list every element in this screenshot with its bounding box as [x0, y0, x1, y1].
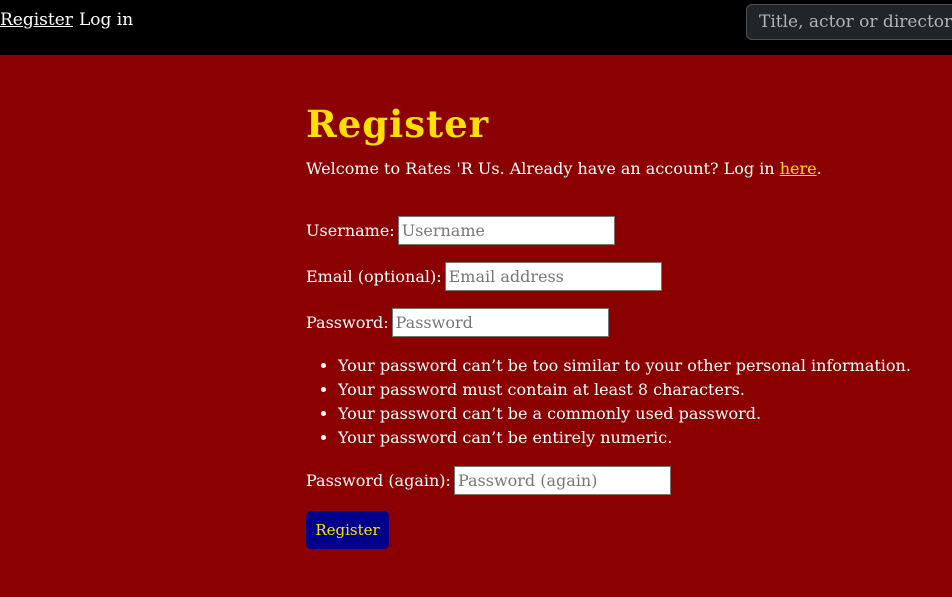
register-content: Register Welcome to Rates 'R Us. Already… — [306, 96, 926, 549]
password-again-input[interactable] — [453, 465, 671, 495]
email-label: Email (optional): — [306, 266, 442, 286]
email-row: Email (optional): — [306, 261, 662, 291]
username-label: Username: — [306, 220, 395, 240]
password-help-list: Your password can’t be too similar to yo… — [306, 354, 911, 450]
password-row: Password: — [306, 307, 609, 337]
welcome-message: Welcome to Rates 'R Us. Already have an … — [306, 159, 780, 178]
register-button[interactable]: Register — [306, 511, 389, 549]
top-navbar: Register Log in — [0, 0, 952, 55]
welcome-text: Welcome to Rates 'R Us. Already have an … — [306, 159, 822, 178]
email-input[interactable] — [444, 261, 662, 291]
password-label: Password: — [306, 312, 389, 332]
password-input[interactable] — [391, 307, 609, 337]
password-again-row: Password (again): — [306, 465, 671, 495]
login-here-link[interactable]: here — [780, 159, 817, 178]
welcome-period: . — [816, 159, 822, 178]
search-input[interactable] — [746, 4, 952, 40]
password-help-item: Your password can’t be entirely numeric. — [338, 426, 911, 450]
username-input[interactable] — [397, 215, 615, 245]
username-row: Username: — [306, 215, 615, 245]
password-again-label: Password (again): — [306, 470, 451, 490]
password-help-item: Your password can’t be a commonly used p… — [338, 402, 911, 426]
nav-register-link[interactable]: Register — [0, 10, 73, 30]
nav-login-link[interactable]: Log in — [79, 10, 133, 30]
password-help-item: Your password must contain at least 8 ch… — [338, 378, 911, 402]
page-title: Register — [306, 102, 490, 146]
password-help-item: Your password can’t be too similar to yo… — [338, 354, 911, 378]
